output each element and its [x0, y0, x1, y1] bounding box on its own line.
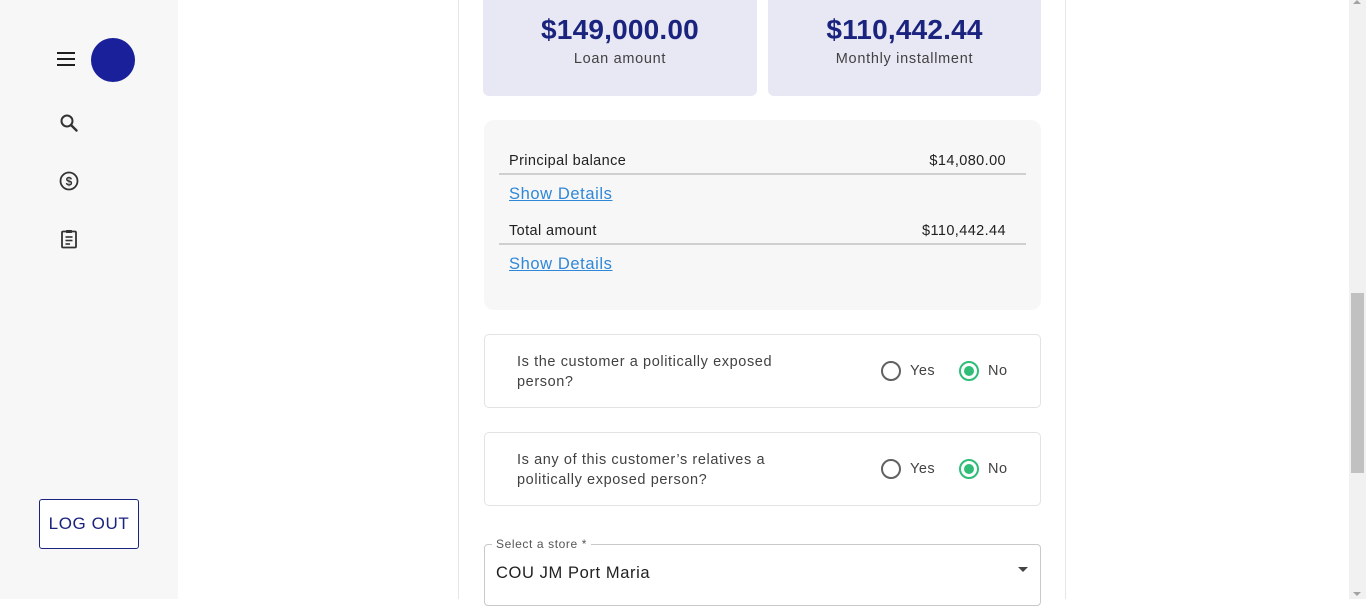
relatives-pep-no-radio[interactable]: No — [959, 458, 1008, 480]
relatives-pep-question-text: Is any of this customer’s relatives a po… — [517, 452, 766, 488]
radio-checked-icon — [959, 459, 979, 479]
avatar[interactable] — [91, 38, 135, 82]
menu-icon[interactable] — [57, 52, 77, 68]
sidebar: $ LOG OUT — [0, 0, 178, 599]
clipboard-icon[interactable] — [57, 227, 81, 251]
pep-yes-radio[interactable]: Yes — [881, 360, 935, 382]
search-icon[interactable] — [57, 111, 81, 135]
scroll-down-arrow-icon[interactable] — [1353, 592, 1361, 596]
radio-unchecked-icon — [881, 459, 901, 479]
logout-button[interactable]: LOG OUT — [39, 499, 139, 549]
monthly-installment-label: Monthly installment — [835, 51, 974, 67]
pep-no-label: No — [988, 363, 1008, 379]
relatives-pep-no-label: No — [988, 461, 1008, 477]
relatives-pep-yes-radio[interactable]: Yes — [881, 458, 935, 480]
page-scrollbar[interactable] — [1349, 0, 1366, 599]
principal-balance-row: Principal balance $14,080.00 — [499, 153, 1026, 175]
store-select-value: COU JM Port Maria — [496, 564, 651, 582]
pep-question-card: Is the customer a politically exposed pe… — [484, 334, 1041, 408]
loan-amount-card: $149,000.00 Loan amount — [483, 0, 757, 96]
pep-question-text: Is the customer a politically exposed pe… — [517, 354, 773, 390]
main-content: $149,000.00 Loan amount $110,442.44 Mont… — [458, 0, 1066, 606]
scroll-up-arrow-icon[interactable] — [1353, 0, 1361, 4]
total-show-details-link[interactable]: Show Details — [509, 255, 613, 274]
pep-no-radio[interactable]: No — [959, 360, 1008, 382]
loan-amount-label: Loan amount — [573, 51, 667, 67]
relatives-pep-yes-label: Yes — [910, 461, 936, 477]
relatives-pep-question-card: Is any of this customer’s relatives a po… — [484, 432, 1041, 506]
pep-yes-label: Yes — [910, 363, 936, 379]
radio-checked-icon — [959, 361, 979, 381]
monthly-installment-value: $110,442.44 — [826, 14, 983, 45]
total-amount-value: $110,442.44 — [922, 223, 1006, 239]
loan-amount-value: $149,000.00 — [541, 14, 699, 45]
svg-text:$: $ — [66, 175, 73, 189]
principal-balance-label: Principal balance — [509, 153, 627, 169]
dollar-icon[interactable]: $ — [57, 169, 81, 193]
principal-show-details-link[interactable]: Show Details — [509, 185, 613, 204]
total-amount-label: Total amount — [509, 223, 597, 239]
scrollbar-thumb[interactable] — [1351, 293, 1364, 473]
loan-summary-panel: Principal balance $14,080.00 Show Detail… — [484, 120, 1041, 310]
store-select[interactable]: Select a store * COU JM Port Maria — [484, 537, 1041, 606]
total-amount-row: Total amount $110,442.44 — [499, 223, 1026, 245]
monthly-installment-card: $110,442.44 Monthly installment — [768, 0, 1041, 96]
radio-unchecked-icon — [881, 361, 901, 381]
principal-balance-value: $14,080.00 — [929, 153, 1006, 169]
store-select-label: Select a store * — [492, 537, 591, 551]
caret-down-icon — [1018, 567, 1028, 572]
